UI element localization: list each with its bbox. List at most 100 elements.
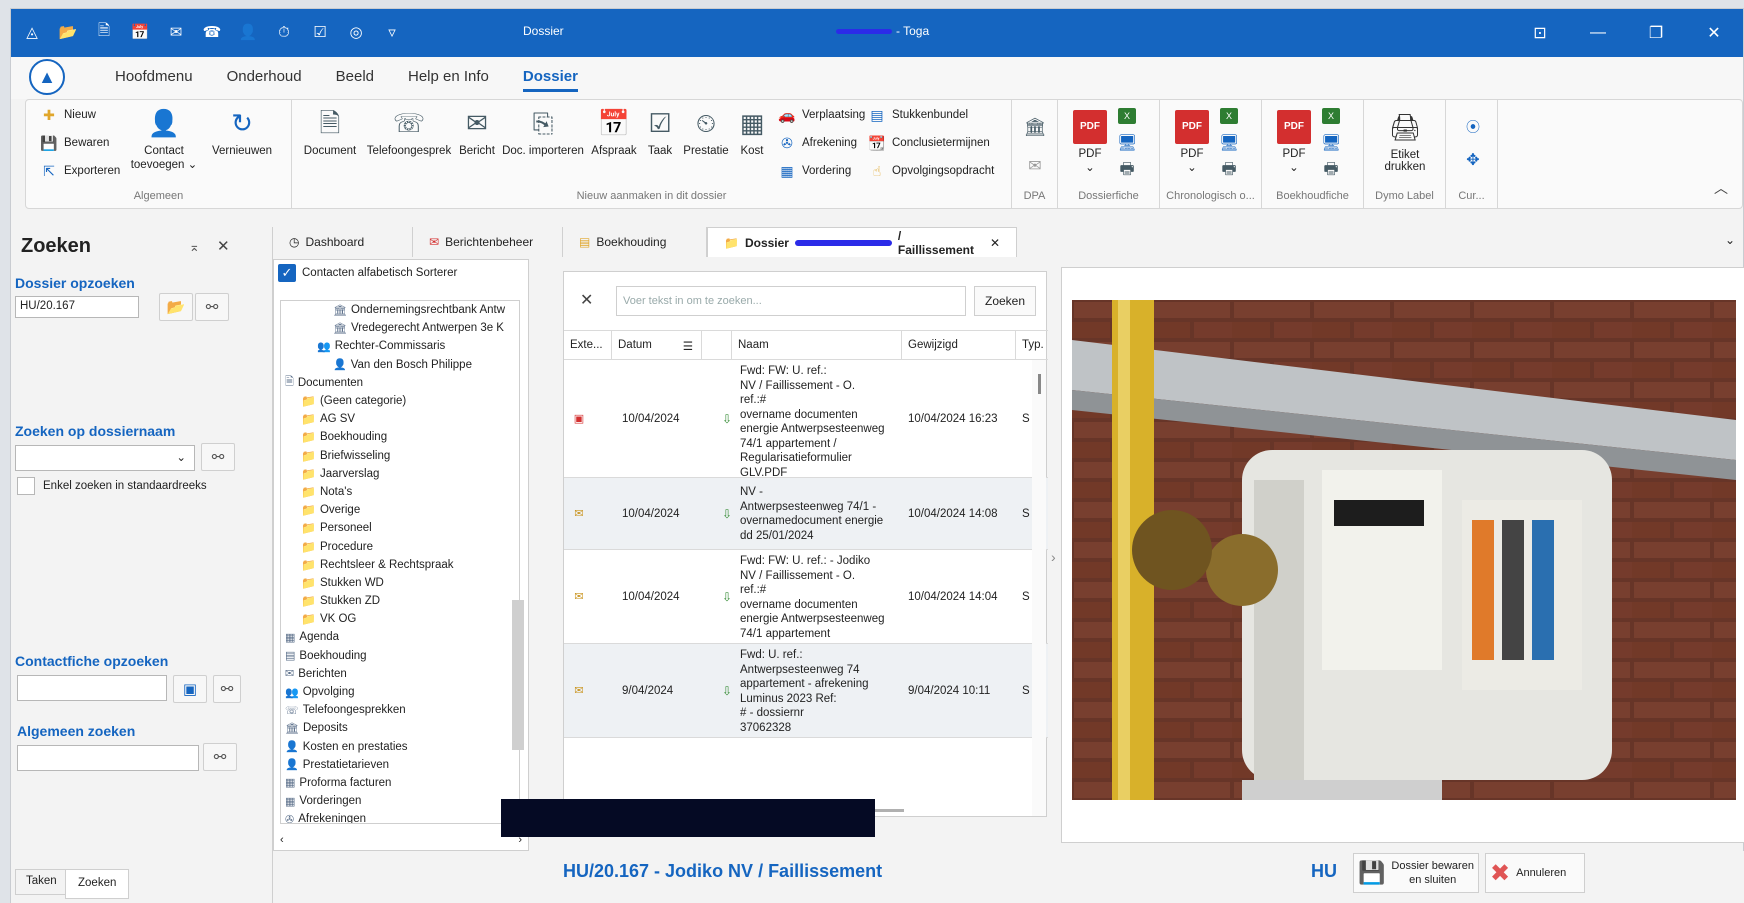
app-logo-icon[interactable]: ◬ [19,19,45,45]
person-icon[interactable]: 👤 [235,19,261,45]
dossier-input[interactable]: HU/20.167 [15,296,139,318]
tab-dashboard[interactable]: ◷ Dashboard [273,227,413,257]
excel-icon[interactable]: X [1220,108,1238,124]
tree-node[interactable]: 📁 Briefwisseling [281,447,519,465]
boekhoudfiche-pdf-button[interactable]: PDF PDF ⌄ [1272,110,1316,174]
expand-arrow-icon[interactable]: › [1051,549,1056,565]
tree-scrollbar[interactable] [512,600,524,750]
customize-dropdown-icon[interactable]: ▿ [379,19,405,45]
tabs-overflow-icon[interactable]: ⌄ [1715,227,1744,257]
tree-node[interactable]: 👥 Opvolging [281,683,519,701]
verplaatsing-button[interactable]: 🚗 Verplaatsing [778,106,865,124]
globe-icon[interactable]: ◎ [343,19,369,45]
menu-beeld[interactable]: Beeld [336,68,374,92]
task-icon[interactable]: ☑ [307,19,333,45]
tree-node[interactable]: 📁 Nota's [281,483,519,501]
search-input[interactable]: Voer tekst in om te zoeken... [616,286,966,316]
tree-node[interactable]: 🗎 Documenten [281,374,519,392]
tree-node[interactable]: 📁 Jaarverslag [281,465,519,483]
menu-help-en-info[interactable]: Help en Info [408,68,489,92]
search-general-button[interactable]: ⚯ [203,743,237,771]
tree-node[interactable]: ✇ Afrekeningen [281,810,519,823]
afspraak-button[interactable]: 📅 Afspraak [586,106,642,157]
algemeen-input[interactable] [17,745,199,771]
table-row[interactable]: ✉ 10/04/2024 ⇩ Fwd: FW: U. ref.: - Jodiko NV… [564,550,1048,644]
tree-node[interactable]: 📁 (Geen categorie) [281,392,519,410]
opvolgingsopdracht-button[interactable]: ☝ Opvolgingsopdracht [868,162,995,180]
tree-node[interactable]: ☏ Telefoongesprekken [281,701,519,719]
tab-boekhouding[interactable]: ▤ Boekhouding [563,227,707,257]
document-button[interactable]: 🗎 Document [300,106,360,157]
tab-taken[interactable]: Taken [15,869,68,895]
vernieuwen-button[interactable]: ↻ Vernieuwen [202,106,282,157]
tree-node[interactable]: 📁 Rechtsleer & Rechtspraak [281,556,519,574]
menu-hoofdmenu[interactable]: Hoofdmenu [115,68,193,92]
collapse-ribbon-icon[interactable]: ︿ [1714,178,1728,198]
col-exte[interactable]: Exte... [564,331,612,359]
nieuw-button[interactable]: ✚ Nieuw [40,106,96,124]
tree-node[interactable]: ▦ Proforma facturen [281,774,519,792]
toga-logo-icon[interactable]: ▲ [29,59,65,95]
search-name-button[interactable]: ⚯ [201,443,235,471]
tree-node[interactable]: 📁 Stukken WD [281,574,519,592]
timer-icon[interactable]: ⏱ [271,19,297,45]
contacts-icon[interactable]: ☎ [199,19,225,45]
contact-card-button[interactable]: ▣ [173,675,207,703]
list-scrollbar[interactable] [1032,360,1046,816]
document-icon[interactable]: 🗎 [91,19,117,45]
dpa-send-button[interactable]: ✉ [1018,150,1052,189]
scroll-thumb[interactable] [1037,374,1041,394]
tree-node[interactable]: 🏛 Ondernemingsrechtbank Antw [281,301,519,319]
col-gewijzigd[interactable]: Gewijzigd [902,331,1016,359]
annuleren-button[interactable]: ✖ Annuleren [1485,853,1585,893]
close-panel-icon[interactable]: ✕ [217,237,230,255]
doc-importeren-button[interactable]: ⎘ Doc. importeren [498,106,588,157]
sort-contacts-checkbox[interactable]: ✓ Contacten alfabetisch Sorterer [278,264,457,282]
tree-node[interactable]: 👤 Van den Bosch Philippe [281,356,519,374]
print-button[interactable]: 🖶 [1114,160,1140,185]
calendar-icon[interactable]: 📅 [127,19,153,45]
stukkenbundel-button[interactable]: ▤ Stukkenbundel [868,106,968,124]
tree-node[interactable]: 📁 VK OG [281,610,519,628]
search-button[interactable]: Zoeken [974,286,1036,316]
print-button[interactable]: 🖶 [1318,160,1344,185]
conclusietermijnen-button[interactable]: 📆 Conclusietermijnen [868,134,990,152]
minimize-icon[interactable]: — [1569,9,1627,57]
tree-node[interactable]: ✉ Berichten [281,665,519,683]
exporteren-button[interactable]: ⇱ Exporteren [40,162,120,180]
tree-node[interactable]: 🏛 Deposits [281,719,519,737]
col-naam[interactable]: Naam [732,331,902,359]
tree-node[interactable]: 📁 Overige [281,501,519,519]
preview-button[interactable]: 🖥 [1114,134,1140,159]
excel-icon[interactable]: X [1118,108,1136,124]
dossier-bewaren-button[interactable]: 💾 Dossier bewaren en sluiten [1353,853,1479,893]
dpa-add-button[interactable]: 🏛 [1018,110,1052,149]
clear-search-icon[interactable]: ✕ [580,290,593,310]
col-type[interactable]: Typ. [1016,331,1048,359]
tree-scroll-left-icon[interactable]: ‹ [280,834,284,846]
close-tab-icon[interactable]: ✕ [990,236,1000,250]
tree-node[interactable]: 📁 Personeel [281,519,519,537]
tab-zoeken[interactable]: Zoeken [65,869,130,899]
col-datum[interactable]: Datum ☰ [612,331,702,359]
tree-node[interactable]: 📁 Stukken ZD [281,592,519,610]
tree-node[interactable]: 📁 Procedure [281,537,519,555]
table-row[interactable]: ✉ 9/04/2024 ⇩ Fwd: U. ref.: Antwerpsesteenwe… [564,644,1048,738]
bericht-button[interactable]: ✉ Bericht [454,106,500,157]
tree-node[interactable]: 👤 Prestatietarieven [281,756,519,774]
search-dossier-button[interactable]: ⚯ [195,293,229,321]
contactfiche-input[interactable] [17,675,167,701]
excel-icon[interactable]: X [1322,108,1340,124]
filter-icon[interactable]: ☰ [683,339,693,353]
preview-button[interactable]: 🖥 [1216,134,1242,159]
etiket-drukken-button[interactable]: 🖨 Etiket drukken [1372,110,1438,173]
chronologisch-pdf-button[interactable]: PDF PDF ⌄ [1170,110,1214,174]
tab-berichtenbeheer[interactable]: ✉ Berichtenbeheer [413,227,563,257]
afrekening-button[interactable]: ✇ Afrekening [778,134,857,152]
tree-node[interactable]: 📁 Boekhouding [281,428,519,446]
restore-icon[interactable]: ❐ [1627,9,1685,57]
folder-open-icon[interactable]: 📂 [55,19,81,45]
move-button[interactable]: ✥ [1456,144,1486,183]
table-row[interactable]: ▣ 10/04/2024 ⇩ Fwd: FW: U. ref.: NV / Failli… [564,360,1048,479]
ribbon-display-icon[interactable]: ⊡ [1511,9,1569,57]
